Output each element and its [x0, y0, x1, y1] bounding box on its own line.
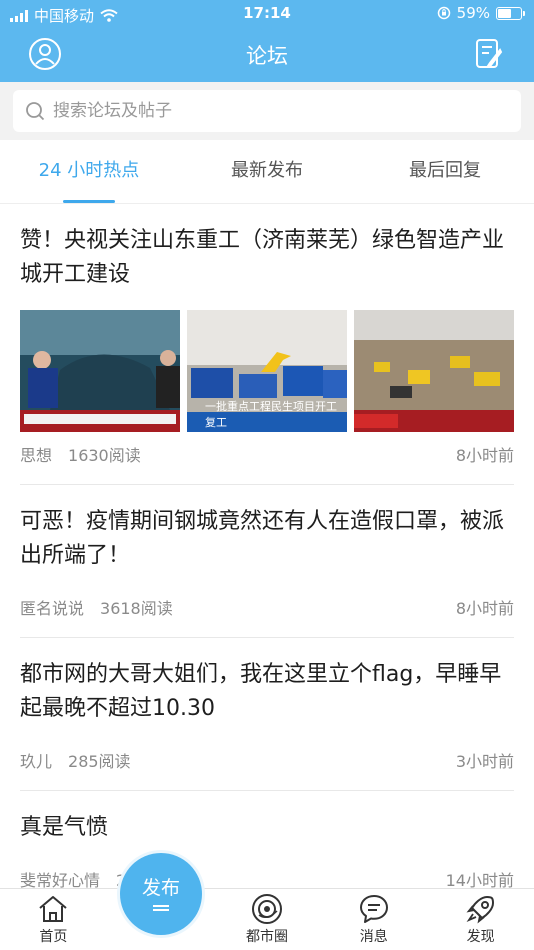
tab-messages[interactable]: 消息	[320, 889, 427, 950]
app-root: 中国移动 17:14 59% 论坛 搜索论坛及帖子 24 小时热点 最新发布 最…	[0, 0, 534, 950]
post-meta: 斐常好心情2 阅读 14小时前	[20, 867, 514, 888]
publish-button[interactable]: 发布	[120, 853, 202, 935]
battery-percent: 59%	[456, 4, 490, 22]
tab-circle-label: 都市圈	[245, 929, 288, 945]
post-title: 真是气愤	[20, 815, 109, 840]
search-icon	[26, 102, 45, 121]
tab-discover-label: 发现	[466, 929, 495, 945]
post-image-3	[354, 310, 514, 432]
image-caption: 一批重点工程民生项目开工复工	[205, 400, 337, 429]
page-title: 论坛	[246, 44, 288, 68]
post-item[interactable]: 可恶！疫情期间钢城竟然还有人在造假口罩，被派出所端了！ 匿名说说 3618阅读 8…	[0, 485, 534, 638]
post-title: 可恶！疫情期间钢城竟然还有人在造假口罩，被派出所端了！	[20, 509, 505, 568]
search-box[interactable]	[13, 90, 521, 132]
post-time: 3小时前	[455, 752, 514, 771]
search-bar	[0, 82, 534, 140]
tab-24h-hot[interactable]: 24 小时热点	[0, 140, 178, 203]
post-author[interactable]: 思想	[20, 446, 52, 465]
status-bar: 中国移动 17:14 59%	[0, 0, 534, 28]
bottom-tab-bar: 首页 都市圈 消息 发现	[0, 888, 534, 950]
post-reads: 3618阅读	[100, 599, 173, 618]
tab-messages-label: 消息	[359, 929, 388, 945]
feed-tabs: 24 小时热点 最新发布 最后回复	[0, 140, 534, 204]
post-item[interactable]: 都市网的大哥大姐们，我在这里立个flag，早睡早起最晚不超过10.30 玖儿 28…	[0, 638, 534, 791]
header: 中国移动 17:14 59% 论坛	[0, 0, 534, 82]
tab-latest[interactable]: 最新发布	[178, 140, 356, 203]
status-right: 59%	[437, 4, 525, 22]
post-meta: 匿名说说 3618阅读 8小时前	[20, 595, 514, 637]
post-author[interactable]: 斐常好心情	[20, 871, 100, 888]
tab-home-label: 首页	[39, 929, 68, 945]
message-icon	[359, 895, 388, 923]
search-input[interactable]	[53, 101, 483, 121]
battery-icon	[496, 6, 525, 20]
post-time: 8小时前	[455, 446, 514, 465]
post-time: 14小时前	[445, 871, 514, 888]
post-meta: 思想 1630阅读 8小时前	[20, 442, 514, 484]
post-images: 一批重点工程民生项目开工复工	[20, 310, 514, 432]
post-meta: 玖儿 285阅读 3小时前	[20, 748, 514, 790]
post-title: 赞！央视关注山东重工（济南莱芜）绿色智造产业城开工建设	[20, 228, 505, 287]
circle-icon	[251, 894, 282, 924]
publish-lines-icon	[153, 905, 169, 907]
post-reads: 285阅读	[68, 752, 131, 771]
post-time: 8小时前	[455, 599, 514, 618]
tab-circle[interactable]: 都市圈	[214, 889, 321, 950]
post-list: 赞！央视关注山东重工（济南莱芜）绿色智造产业城开工建设 一批重点工程民生项目开工…	[0, 208, 534, 888]
post-author[interactable]: 匿名说说	[20, 599, 84, 618]
rocket-icon	[466, 896, 494, 924]
post-item[interactable]: 赞！央视关注山东重工（济南莱芜）绿色智造产业城开工建设 一批重点工程民生项目开工…	[0, 208, 534, 485]
compose-button[interactable]	[471, 36, 507, 72]
tab-discover[interactable]: 发现	[427, 889, 534, 950]
orientation-lock-icon	[437, 6, 450, 20]
tab-last-reply[interactable]: 最后回复	[356, 140, 534, 203]
post-item[interactable]: 真是气愤 斐常好心情2 阅读 14小时前	[0, 791, 534, 888]
post-reads: 1630阅读	[68, 446, 141, 465]
home-icon	[39, 896, 68, 922]
publish-label: 发布	[141, 877, 180, 899]
post-author[interactable]: 玖儿	[20, 752, 52, 771]
post-title: 都市网的大哥大姐们，我在这里立个flag，早睡早起最晚不超过10.30	[20, 662, 502, 721]
post-image-1	[20, 310, 180, 432]
tab-home[interactable]: 首页	[0, 889, 107, 950]
post-image-2: 一批重点工程民生项目开工复工	[187, 310, 347, 432]
compose-icon	[476, 39, 503, 68]
